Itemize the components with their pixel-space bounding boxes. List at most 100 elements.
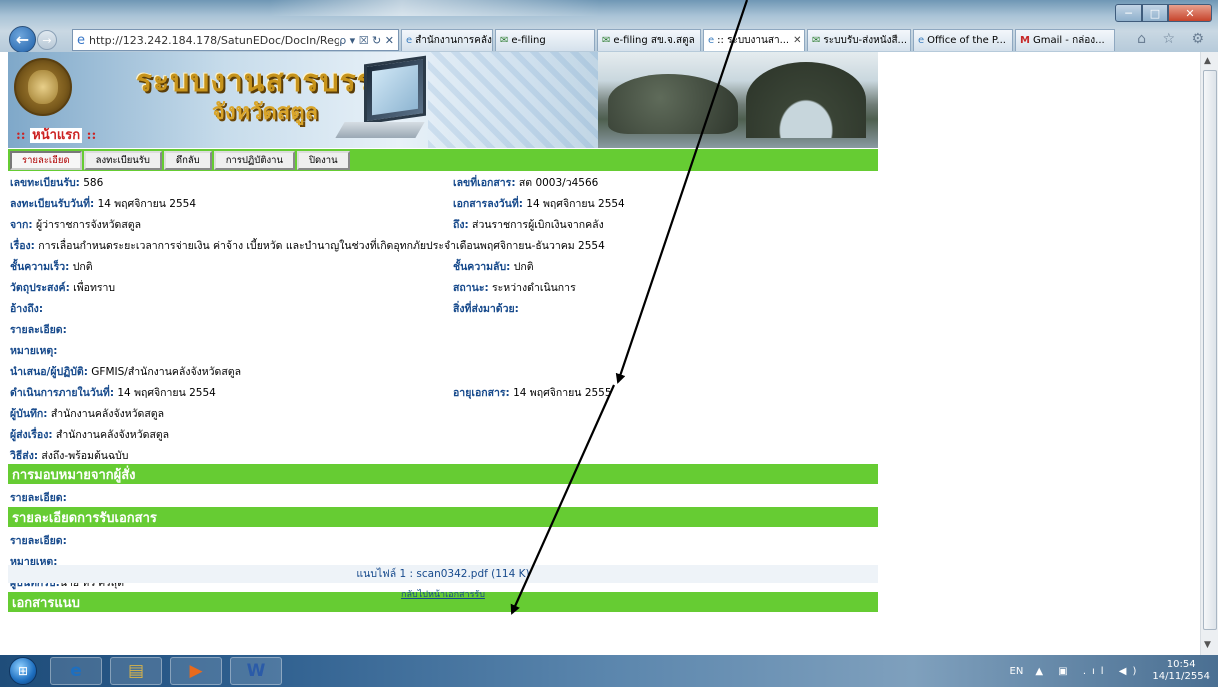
from-row: จาก: ผู้ว่าราชการจังหวัดสตูล [10,219,142,231]
browser-toolbar-icons[interactable]: ⌂ ☆ ⚙ [1137,31,1210,47]
send-method-row: วิธีส่ง: ส่งถึง-พร้อมต้นฉบับ [10,450,129,462]
clock-date: 14/11/2554 [1152,671,1210,682]
maximize-button[interactable]: □ [1142,4,1168,22]
enclosure-row: สิ่งที่ส่งมาด้วย: [453,303,519,315]
page-scrollbar[interactable]: ▲ ▼ [1200,52,1218,655]
recorder-row: ผู้บันทึก: สำนักงานคลังจังหวัดสตูล [10,408,165,420]
doc-no-row: เลขที่เอกสาร: สต 0003/ว4566 [453,177,599,189]
browser-tab-active[interactable]: e :: ระบบงานสา... ✕ [703,29,805,51]
status-row: สถานะ: ระหว่างดำเนินการ [453,282,576,294]
nav-details-button[interactable]: รายละเอียด [10,150,82,170]
mail-icon: ✉ [500,35,509,46]
scrollbar-thumb[interactable] [1203,70,1217,630]
language-indicator[interactable]: EN [1010,666,1024,677]
clock[interactable]: 10:54 14/11/2554 [1152,659,1210,683]
start-button[interactable]: ⊞ [3,655,43,687]
reg-no-row: เลขทะเบียนรับ: 586 [10,177,104,189]
media-player-icon: ▶ [189,661,203,681]
mail-icon: ✉ [602,35,611,46]
tab-label: e-filing สข.จ.สตูล [613,35,695,46]
address-bar[interactable]: e http://123.242.184.178/SatunEDoc/DocIn… [72,29,399,51]
reference-row: อ้างถึง: [10,303,44,315]
ie-page-icon: e [406,35,413,46]
back-button[interactable]: ← [9,26,36,53]
taskbar-ie-button[interactable]: e [50,657,102,685]
scroll-down-icon[interactable]: ▼ [1204,640,1211,650]
home-link[interactable]: :: หน้าแรก :: [16,124,96,145]
address-tools-icon[interactable]: ρ ▾ ☒ ↻ ✕ [339,34,394,47]
windows-logo-icon: ⊞ [9,657,37,685]
ie-page-icon: e [77,32,85,48]
back-arrow-icon: ← [15,30,30,49]
banner-photo-arch [746,62,866,138]
tab-label: :: ระบบงานสา... [717,35,790,46]
browser-tab[interactable]: ✉ ระบบรับ-ส่งหนังสื... [807,29,911,51]
mail-icon: ✉ [812,35,821,46]
close-window-button[interactable]: ✕ [1168,4,1212,22]
due-date-row: ดำเนินการภายในวันที่: 14 พฤศจิกายน 2554 [10,387,216,399]
forward-button[interactable]: → [37,30,57,50]
attachment-file-link[interactable]: scan0342.pdf (114 K) [416,568,529,580]
clock-time: 10:54 [1166,659,1196,670]
nav-close-job-button[interactable]: ปิดงาน [296,150,350,170]
browser-chrome: ─ □ ✕ ← → e http://123.242.184.178/Satun… [0,0,1218,53]
reg-date-row: ลงทะเบียนรับวันที่: 14 พฤศจิกายน 2554 [10,198,196,210]
tray-icons[interactable]: ▲ ▣ .ıl ◀) [1035,666,1142,677]
banner-photo-rock [608,74,738,134]
tab-label: e-filing [511,35,546,46]
scroll-up-icon[interactable]: ▲ [1204,56,1211,66]
browser-tab[interactable]: M Gmail - กล่อง... [1015,29,1115,51]
site-subtitle: จังหวัดสตูล [212,99,318,125]
detail-row: รายละเอียด: [10,324,67,336]
site-banner: ระบบงานสารบรรณ จังหวัดสตูล :: หน้าแรก :: [8,52,878,148]
banner-decoration [428,52,598,148]
nav-return-button[interactable]: ดึกลับ [163,150,212,170]
computer-monitor-icon [364,55,426,125]
browser-tabs: e สำนักงานการคลัง... ✉ e-filing ✉ e-fili… [401,29,1117,51]
expire-row: อายุเอกสาร: 14 พฤศจิกายน 2555 [453,387,612,399]
remark-row: หมายเหตุ: [10,345,58,357]
browser-tab[interactable]: ✉ e-filing สข.จ.สตูล [597,29,701,51]
speed-row: ชั้นความเร็ว: ปกติ [10,261,93,273]
secret-row: ชั้นความลับ: ปกติ [453,261,534,273]
receive-section-header: รายละเอียดการรับเอกสาร [8,507,878,527]
taskbar-media-button[interactable]: ▶ [170,657,222,685]
nav-bar: รายละเอียด ลงทะเบียนรับ ดึกลับ การปฏิบัต… [8,149,878,171]
browser-tab[interactable]: e สำนักงานการคลัง... [401,29,493,51]
folder-icon: ▤ [127,661,145,681]
receive-detail-row: รายละเอียด: [10,535,67,547]
proposer-row: นำเสนอ/ผู้ปฏิบัติ: GFMIS/สำนักงานคลังจัง… [10,366,242,378]
tab-label: Gmail - กล่อง... [1032,35,1105,46]
browser-tab[interactable]: ✉ e-filing [495,29,595,51]
taskbar-word-button[interactable]: W [230,657,282,685]
attachment-row: แนบไฟล์ 1 : scan0342.pdf (114 K) [8,565,878,583]
back-to-inbox-link[interactable]: กลับไปหน้าเอกสารรับ [8,587,878,601]
window-controls: ─ □ ✕ [1115,4,1212,22]
ie-page-icon: e [708,35,715,46]
province-seal-logo [14,58,72,116]
tab-label: ระบบรับ-ส่งหนังสื... [823,35,908,46]
address-url[interactable]: http://123.242.184.178/SatunEDoc/DocIn/R… [89,34,339,47]
gmail-icon: M [1020,35,1030,46]
word-icon: W [246,661,266,681]
owner-row: ผู้ส่งเรื่อง: สำนักงานคลังจังหวัดสตูล [10,429,170,441]
system-tray: EN ▲ ▣ .ıl ◀) 10:54 14/11/2554 [1010,659,1210,683]
to-row: ถึง: ส่วนราชการผู้เบิกเงินจากคลัง [453,219,604,231]
ie-page-icon: e [918,35,925,46]
taskbar: ⊞ e ▤ ▶ W EN ▲ ▣ .ıl ◀) 10:54 14/11/2554 [0,655,1218,687]
keyboard-icon [335,122,425,138]
purpose-row: วัตถุประสงค์: เพื่อทราบ [10,282,116,294]
assign-section-header: การมอบหมายจากผู้สั่ง [8,464,878,484]
nav-operation-button[interactable]: การปฏิบัติงาน [213,150,295,170]
subject-row: เรื่อง: การเลื่อนกำหนดระยะเวลาการจ่ายเงิ… [10,240,605,252]
tab-label: สำนักงานการคลัง... [415,35,493,46]
assign-detail-row: รายละเอียด: [10,492,67,504]
close-tab-icon[interactable]: ✕ [793,35,801,46]
browser-tab[interactable]: e Office of the P... [913,29,1013,51]
minimize-button[interactable]: ─ [1115,4,1142,22]
nav-register-button[interactable]: ลงทะเบียนรับ [83,150,162,170]
doc-date-row: เอกสารลงวันที่: 14 พฤศจิกายน 2554 [453,198,625,210]
tab-label: Office of the P... [927,35,1006,46]
internet-explorer-icon: e [70,661,82,681]
taskbar-explorer-button[interactable]: ▤ [110,657,162,685]
